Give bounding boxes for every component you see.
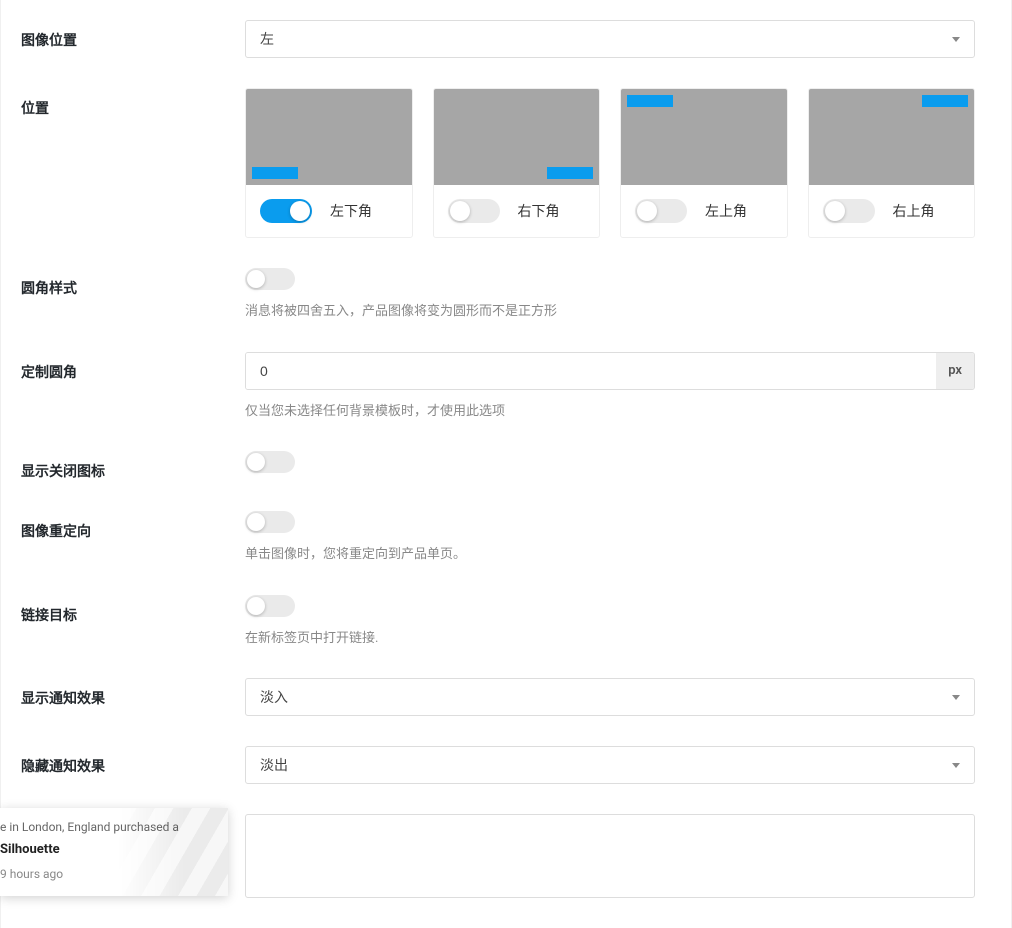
show-effect-value: 淡入 <box>260 687 952 707</box>
rounded-style-help: 消息将被四舍五入，产品图像将变为圆形而不是正方形 <box>245 302 975 322</box>
notification-time: 9 hours ago <box>0 867 216 881</box>
image-redirect-help: 单击图像时，您将重定向到产品单页。 <box>245 545 975 565</box>
position-option-label: 右上角 <box>893 201 935 221</box>
hide-effect-value: 淡出 <box>260 755 952 775</box>
rounded-style-toggle[interactable] <box>245 268 295 290</box>
custom-radius-input[interactable] <box>246 353 936 389</box>
position-option-top-left[interactable]: 左上角 <box>620 88 788 238</box>
message-textarea[interactable] <box>245 814 975 898</box>
position-preview-top-left <box>621 89 787 185</box>
image-redirect-label: 图像重定向 <box>1 511 245 565</box>
sample-notification-popup[interactable]: e in London, England purchased a Silhoue… <box>0 808 228 896</box>
position-option-top-right[interactable]: 右上角 <box>808 88 976 238</box>
position-toggle-bottom-right[interactable] <box>448 199 500 223</box>
position-toggle-top-right[interactable] <box>823 199 875 223</box>
position-option-bottom-right[interactable]: 右下角 <box>433 88 601 238</box>
position-toggle-top-left[interactable] <box>635 199 687 223</box>
position-toggle-bottom-left[interactable] <box>260 199 312 223</box>
position-option-label: 右下角 <box>518 201 560 221</box>
position-option-bottom-left[interactable]: 左下角 <box>245 88 413 238</box>
image-position-label: 图像位置 <box>1 20 245 58</box>
chevron-down-icon <box>952 37 960 42</box>
custom-radius-help: 仅当您未选择任何背景模板时，才使用此选项 <box>245 402 975 422</box>
link-target-help: 在新标签页中打开链接. <box>245 629 975 649</box>
image-redirect-toggle[interactable] <box>245 511 295 533</box>
show-close-icon-toggle[interactable] <box>245 451 295 473</box>
show-close-icon-label: 显示关闭图标 <box>1 451 245 481</box>
image-position-select[interactable]: 左 <box>245 20 975 58</box>
image-position-value: 左 <box>260 29 952 49</box>
position-preview-top-right <box>809 89 975 185</box>
hide-effect-select[interactable]: 淡出 <box>245 746 975 784</box>
position-preview-bottom-left <box>246 89 412 185</box>
link-target-toggle[interactable] <box>245 595 295 617</box>
position-preview-bottom-right <box>434 89 600 185</box>
position-option-label: 左上角 <box>705 201 747 221</box>
notification-product: Silhouette <box>0 842 216 857</box>
show-effect-select[interactable]: 淡入 <box>245 678 975 716</box>
link-target-label: 链接目标 <box>1 595 245 649</box>
hide-effect-label: 隐藏通知效果 <box>1 746 245 784</box>
chevron-down-icon <box>952 695 960 700</box>
custom-radius-unit: px <box>936 353 974 389</box>
position-label: 位置 <box>1 88 245 238</box>
custom-radius-label: 定制圆角 <box>1 352 245 422</box>
chevron-down-icon <box>952 763 960 768</box>
position-option-label: 左下角 <box>330 201 372 221</box>
show-effect-label: 显示通知效果 <box>1 678 245 716</box>
rounded-style-label: 圆角样式 <box>1 268 245 322</box>
notification-line1: e in London, England purchased a <box>0 820 216 834</box>
